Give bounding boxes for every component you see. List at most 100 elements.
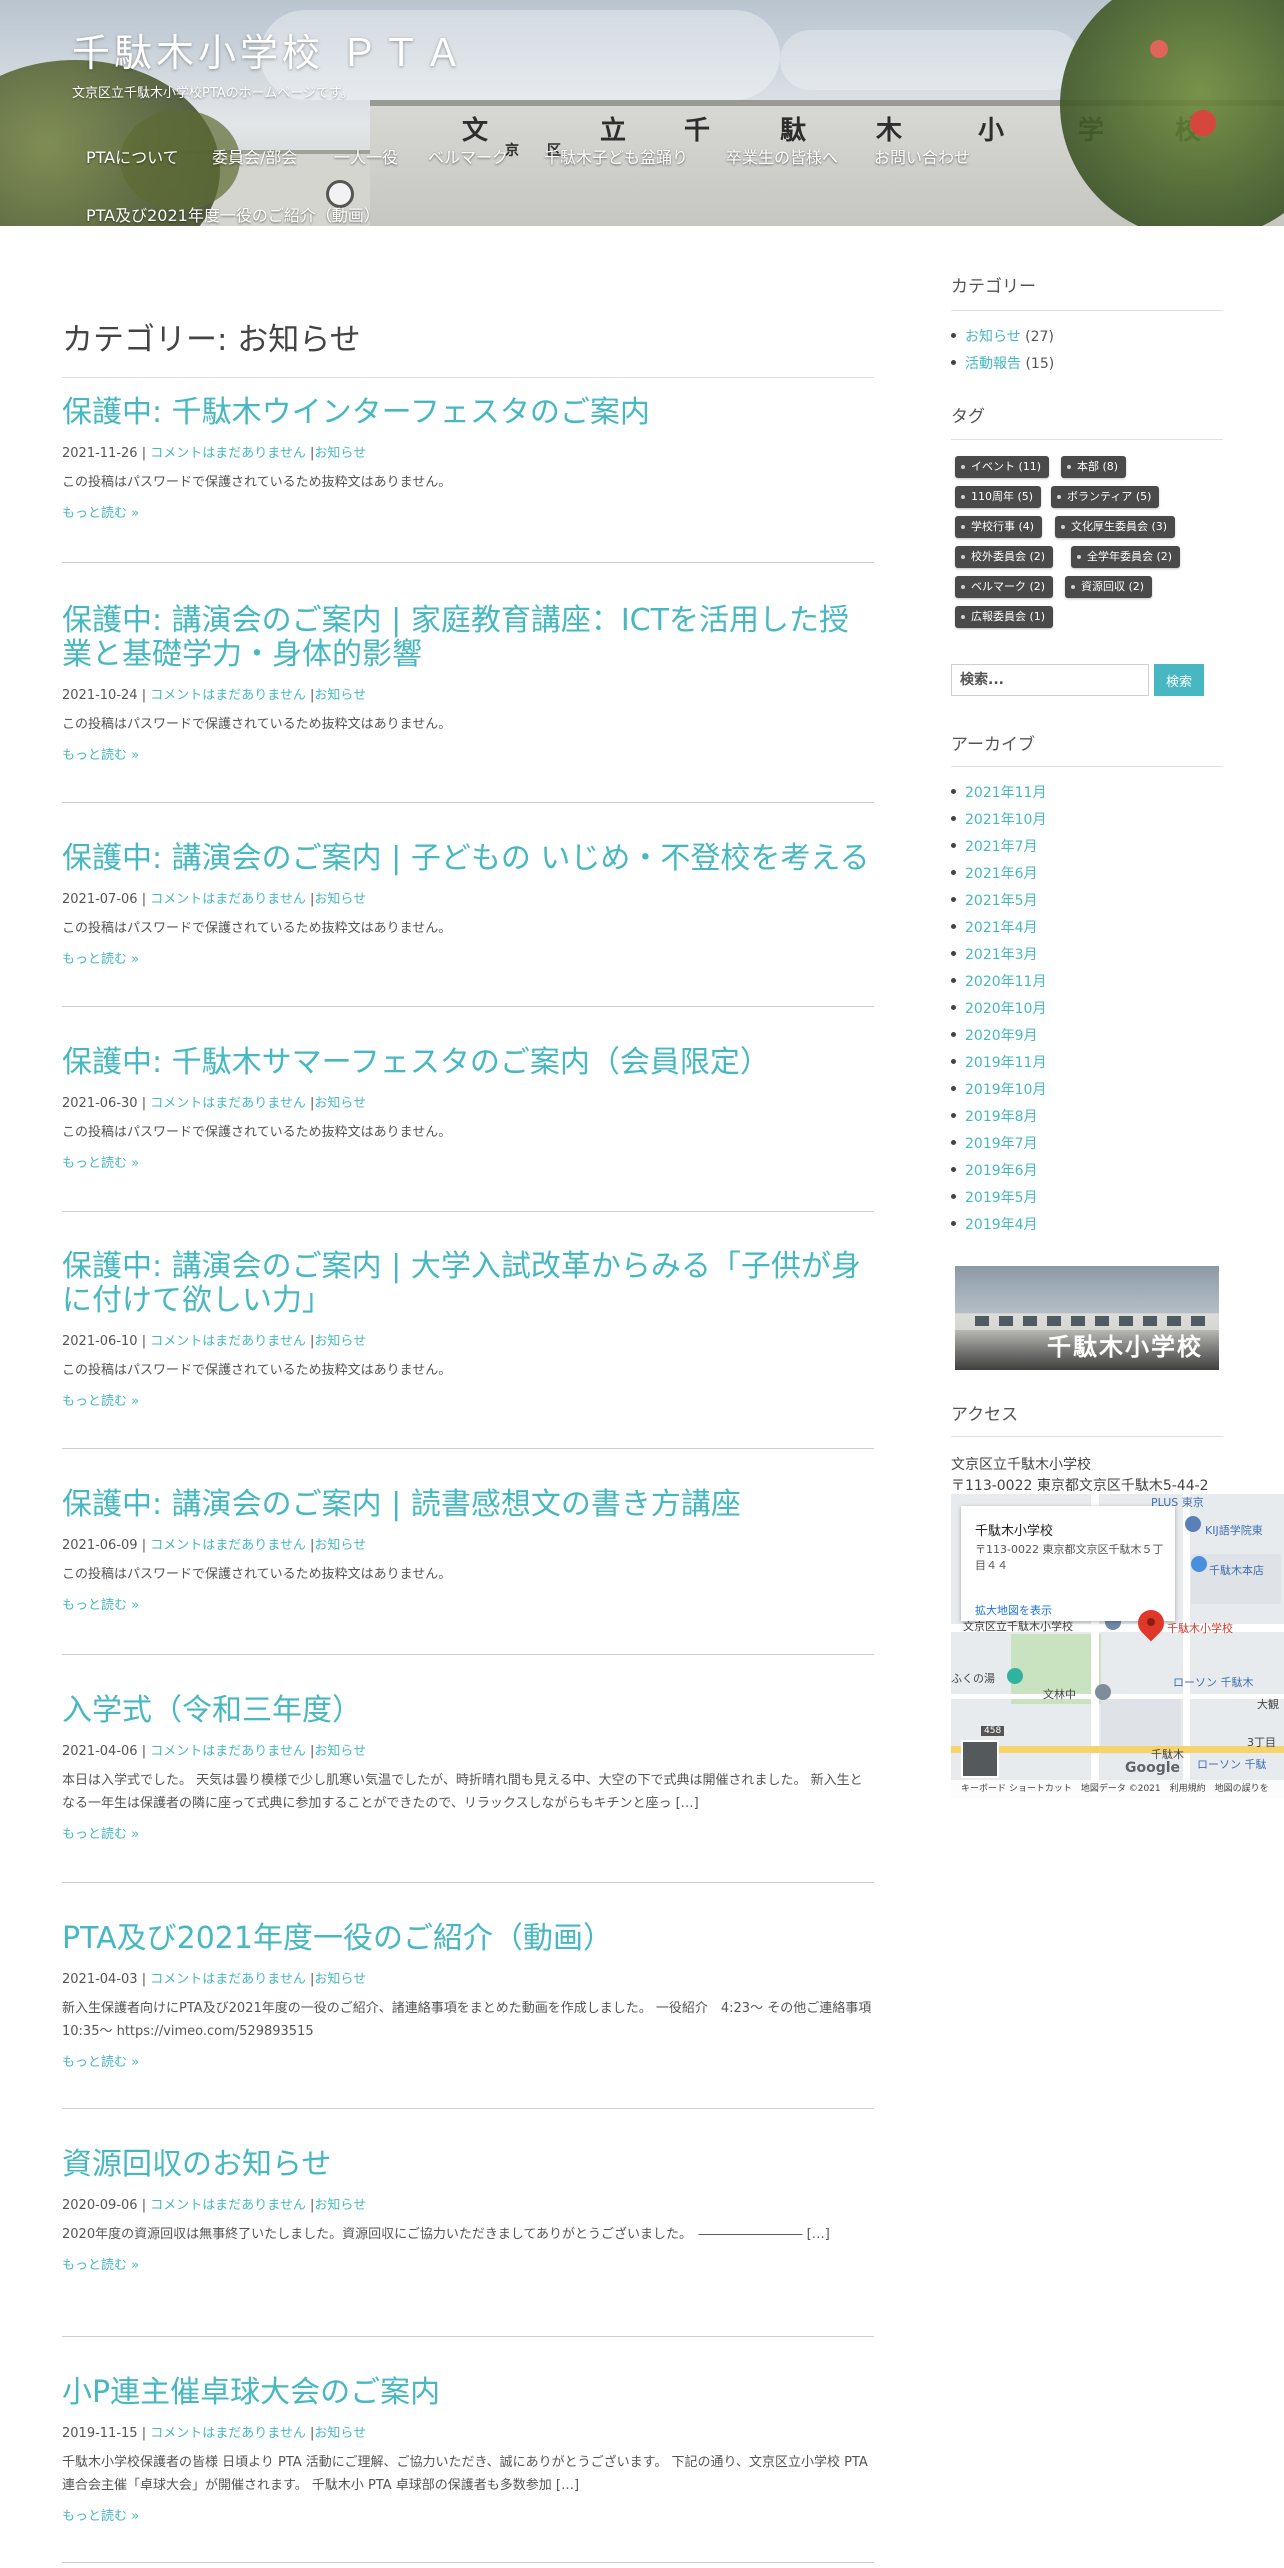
archive-link[interactable]: 2019年8月 [965, 1106, 1038, 1126]
comments-link[interactable]: コメントはまだありません [150, 446, 306, 461]
nav-item-graduates[interactable]: 卒業生の皆様へ [726, 144, 838, 168]
search-button[interactable]: 検索 [1154, 664, 1204, 696]
bullet-icon [951, 978, 956, 983]
tag-link[interactable]: 資源回収 (2) [1065, 576, 1153, 598]
comments-link[interactable]: コメントはまだありません [150, 1096, 306, 1111]
comments-link[interactable]: コメントはまだありません [150, 892, 306, 907]
category-link[interactable]: 活動報告 (15) [965, 353, 1054, 373]
post-title-link[interactable]: 保護中: 千駄木サマーフェスタのご案内（会員限定） [62, 1046, 874, 1080]
nav-item-bon-odori[interactable]: 千駄木子ども盆踊り [544, 144, 688, 168]
category-label: 活動報告 [965, 356, 1021, 372]
read-more-link[interactable]: もっと読む » [62, 744, 874, 763]
tag-link[interactable]: 広報委員会 (1) [955, 606, 1054, 628]
category-link[interactable]: お知らせ [314, 446, 366, 461]
comments-link[interactable]: コメントはまだありません [150, 2426, 306, 2441]
category-link[interactable]: お知らせ [314, 1096, 366, 1111]
category-link[interactable]: お知らせ [314, 1744, 366, 1759]
archive-link[interactable]: 2021年7月 [965, 836, 1038, 856]
category-link[interactable]: お知らせ [314, 2426, 366, 2441]
category-link[interactable]: お知らせ [314, 892, 366, 907]
archive-link[interactable]: 2019年6月 [965, 1160, 1038, 1180]
google-map[interactable]: KIJ語学院東 千駄木本店 文京区立千駄木小学校 ローソン 千駄木 ローソン 千… [951, 1494, 1284, 1798]
archive-link[interactable]: 2019年10月 [965, 1079, 1046, 1099]
tag-link[interactable]: イベント (11) [955, 456, 1050, 478]
archive-link[interactable]: 2020年10月 [965, 998, 1046, 1018]
widget-title-tags: タグ [951, 407, 985, 427]
tag-link[interactable]: 全学年委員会 (2) [1071, 546, 1181, 568]
archive-link[interactable]: 2019年11月 [965, 1052, 1046, 1072]
tag-icon [1057, 495, 1061, 499]
comments-link[interactable]: コメントはまだありません [150, 1334, 306, 1349]
tag-link[interactable]: 校外委員会 (2) [955, 546, 1054, 568]
read-more-link[interactable]: もっと読む » [62, 1152, 874, 1171]
map-road-major [951, 1746, 1284, 1753]
archive-link[interactable]: 2021年5月 [965, 890, 1038, 910]
read-more-link[interactable]: もっと読む » [62, 2051, 874, 2070]
bullet-icon [951, 1167, 956, 1172]
map-attribution[interactable]: キーボード ショートカット 地図データ ©2021 利用規約 地図の誤りを [951, 1780, 1284, 1798]
map-label-fukuno: ふくの湯 [951, 1672, 995, 1685]
read-more-link[interactable]: もっと読む » [62, 1390, 874, 1409]
archive-link[interactable]: 2021年4月 [965, 917, 1038, 937]
site-title[interactable]: 千駄木小学校 ＰＴＡ [72, 22, 466, 77]
comments-link[interactable]: コメントはまだありません [150, 1972, 306, 1987]
site-description: 文京区立千駄木小学校PTAのホームページです。 [72, 86, 354, 101]
comments-link[interactable]: コメントはまだありません [150, 2198, 306, 2213]
tag-link[interactable]: ベルマーク (2) [955, 576, 1054, 598]
read-more-link[interactable]: もっと読む » [62, 502, 874, 521]
meta-separator: | [137, 1972, 151, 1987]
map-info-address: 〒113-0022 東京都文京区千駄木５丁目４４ [975, 1543, 1164, 1572]
nav-item-video-intro[interactable]: PTA及び2021年度一役のご紹介（動画） [86, 202, 380, 226]
comments-link[interactable]: コメントはまだありません [150, 1538, 306, 1553]
comments-link[interactable]: コメントはまだありません [150, 688, 306, 703]
archive-link[interactable]: 2021年10月 [965, 809, 1046, 829]
read-more-link[interactable]: もっと読む » [62, 2254, 874, 2273]
post-title-link[interactable]: 保護中: 講演会のご案内 | 読書感想文の書き方講座 [62, 1488, 874, 1522]
archive-link[interactable]: 2019年7月 [965, 1133, 1038, 1153]
nav-item-about-pta[interactable]: PTAについて [86, 144, 179, 168]
tag-link[interactable]: 110周年 (5) [955, 486, 1042, 508]
archive-link[interactable]: 2020年11月 [965, 971, 1046, 991]
post-title-link[interactable]: 小P連主催卓球大会のご案内 [62, 2376, 874, 2410]
read-more-link[interactable]: もっと読む » [62, 1594, 874, 1613]
post-title-link[interactable]: 保護中: 講演会のご案内 | 子どもの いじめ・不登校を考える [62, 842, 874, 876]
map-view-larger-link[interactable]: 拡大地図を表示 [975, 1602, 1052, 1618]
tag-link[interactable]: ボランティア (5) [1051, 486, 1160, 508]
post-title-link[interactable]: 保護中: 講演会のご案内 | 家庭教育講座：ICTを活用した授業と基礎学力・身体… [62, 604, 874, 672]
comments-link[interactable]: コメントはまだありません [150, 1744, 306, 1759]
category-link[interactable]: お知らせ [314, 2198, 366, 2213]
archive-link[interactable]: 2020年9月 [965, 1025, 1038, 1045]
post-title-link[interactable]: 入学式（令和三年度） [62, 1694, 874, 1728]
archive-link[interactable]: 2021年3月 [965, 944, 1038, 964]
nav-item-contact[interactable]: お問い合わせ [874, 144, 970, 168]
school-photo-banner[interactable]: 千駄木小学校 [955, 1266, 1219, 1370]
meta-separator: | [137, 892, 151, 907]
nav-item-hitori-hitoyaku[interactable]: 一人一役 [334, 144, 398, 168]
tag-link[interactable]: 学校行事 (4) [955, 516, 1043, 538]
search-input[interactable] [951, 664, 1149, 696]
archive-link[interactable]: 2021年6月 [965, 863, 1038, 883]
map-layer-toggle[interactable] [961, 1740, 999, 1778]
post-title-link[interactable]: 資源回収のお知らせ [62, 2148, 874, 2182]
tag-label: 全学年委員会 (2) [1087, 550, 1173, 563]
post-title-link[interactable]: PTA及び2021年度一役のご紹介（動画） [62, 1922, 874, 1956]
archive-link[interactable]: 2019年4月 [965, 1214, 1038, 1234]
tag-link[interactable]: 本部 (8) [1061, 456, 1127, 478]
archive-link[interactable]: 2021年11月 [965, 782, 1046, 802]
read-more-link[interactable]: もっと読む » [62, 1823, 874, 1842]
category-link[interactable]: お知らせ [314, 1538, 366, 1553]
post-title-link[interactable]: 保護中: 講演会のご案内 | 大学入試改革からみる「子供が身に付けて欲しい力」 [62, 1250, 874, 1318]
read-more-link[interactable]: もっと読む » [62, 2505, 874, 2524]
tag-link[interactable]: 文化厚生委員会 (3) [1055, 516, 1176, 538]
category-link[interactable]: お知らせ [314, 688, 366, 703]
nav-item-committees[interactable]: 委員会/部会 [212, 144, 297, 168]
category-link[interactable]: お知らせ (27) [965, 326, 1054, 346]
nav-item-bellmark[interactable]: ベルマーク [428, 144, 508, 168]
archive-link[interactable]: 2019年5月 [965, 1187, 1038, 1207]
post-date: 2021-04-06 [62, 1744, 138, 1759]
read-more-link[interactable]: もっと読む » [62, 948, 874, 967]
category-link[interactable]: お知らせ [314, 1972, 366, 1987]
tag-label: 本部 (8) [1077, 460, 1119, 473]
post-title-link[interactable]: 保護中: 千駄木ウインターフェスタのご案内 [62, 396, 874, 430]
category-link[interactable]: お知らせ [314, 1334, 366, 1349]
